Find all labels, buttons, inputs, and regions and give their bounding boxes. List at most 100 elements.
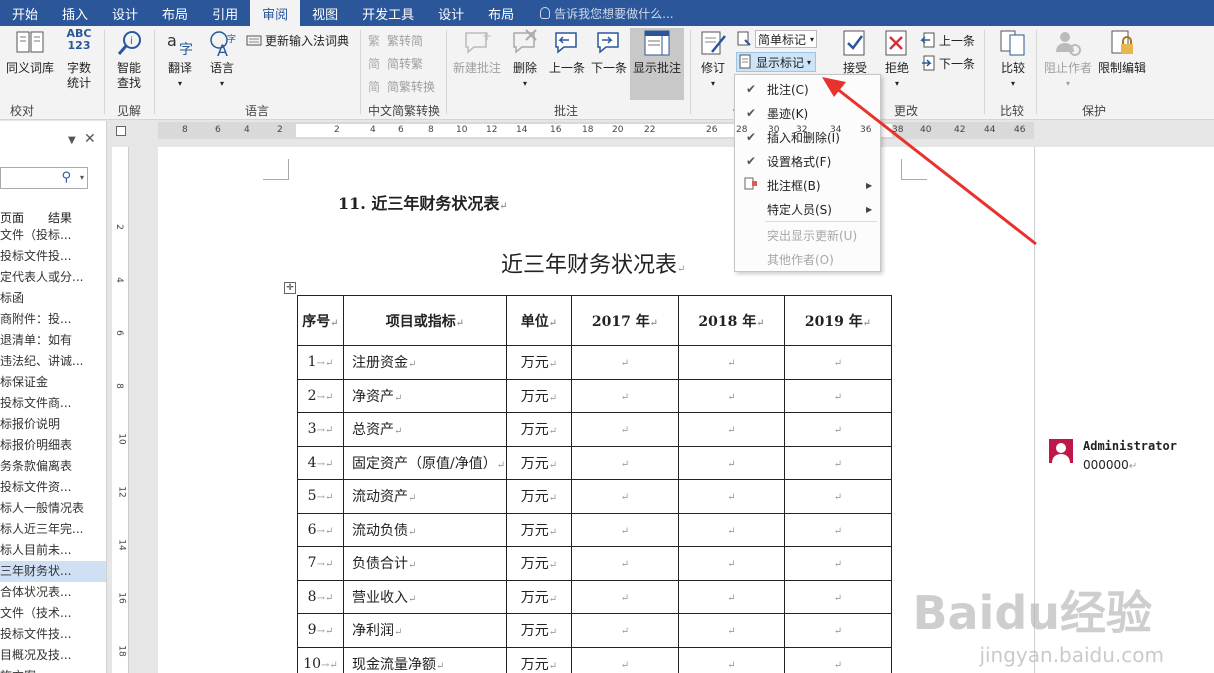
table-cell[interactable]: ↵ bbox=[571, 579, 679, 614]
table-cell[interactable]: 万元↵ bbox=[506, 345, 572, 380]
table-cell[interactable]: 万元↵ bbox=[506, 546, 572, 581]
close-icon[interactable]: ✕ bbox=[84, 131, 96, 147]
show-markup-menu-item[interactable]: 其他作者(O) bbox=[735, 247, 880, 271]
language-button[interactable]: A字 语言 ▾ bbox=[202, 28, 242, 91]
block-authors-button[interactable]: 阻止作者 ▾ bbox=[1040, 28, 1096, 91]
table-cell[interactable]: 固定资产（原值/净值）↵ bbox=[343, 445, 507, 480]
nav-heading-item[interactable]: 投标文件技... bbox=[0, 624, 106, 645]
table-cell[interactable]: 总资产↵ bbox=[343, 412, 507, 447]
table-cell[interactable]: 2→↵ bbox=[297, 378, 344, 413]
nav-heading-item[interactable]: 施方案... bbox=[0, 666, 106, 673]
nav-heading-item[interactable]: 文件（投标... bbox=[0, 225, 106, 246]
markup-view-combobox[interactable]: 简单标记 ▾ bbox=[755, 30, 818, 48]
accept-button[interactable]: 接受 bbox=[836, 28, 874, 76]
table-cell[interactable]: 现金流量净额↵ bbox=[343, 646, 507, 673]
table-cell[interactable]: ↵ bbox=[678, 546, 785, 581]
table-cell[interactable]: 流动负债↵ bbox=[343, 512, 507, 547]
table-cell[interactable]: ↵ bbox=[678, 445, 785, 480]
nav-heading-item[interactable]: 违法纪、讲诚... bbox=[0, 351, 106, 372]
table-cell[interactable]: ↵ bbox=[678, 613, 785, 648]
ribbon-tab[interactable]: 布局 bbox=[476, 0, 526, 26]
nav-heading-item[interactable]: 文件（技术... bbox=[0, 603, 106, 624]
table-cell[interactable]: 万元↵ bbox=[506, 512, 572, 547]
section-heading[interactable]: 11. 近三年财务状况表↵ bbox=[338, 190, 508, 214]
table-cell[interactable]: ↵ bbox=[784, 378, 892, 413]
table-cell[interactable]: 流动资产↵ bbox=[343, 479, 507, 514]
track-changes-button[interactable]: 修订 ▾ bbox=[694, 28, 732, 91]
table-cell[interactable]: ↵ bbox=[784, 613, 892, 648]
table-title[interactable]: 近三年财务状况表↵ bbox=[501, 247, 685, 279]
show-markup-menu-item[interactable]: 批注框(B) ▶ bbox=[735, 173, 880, 197]
table-cell[interactable]: ↵ bbox=[571, 479, 679, 514]
table-cell[interactable]: ↵ bbox=[571, 546, 679, 581]
table-cell[interactable]: 负债合计↵ bbox=[343, 546, 507, 581]
chevron-down-icon[interactable]: ▾ bbox=[80, 173, 84, 182]
nav-heading-item[interactable]: 标保证金 bbox=[0, 372, 106, 393]
new-comment-button[interactable]: + 新建批注 bbox=[450, 28, 504, 76]
table-header-cell[interactable]: 2019 年↵ bbox=[784, 295, 892, 346]
delete-comment-button[interactable]: 删除 ▾ bbox=[506, 28, 544, 91]
next-comment-button[interactable]: 下一条 bbox=[588, 28, 630, 76]
nav-heading-item[interactable]: 标报价明细表 bbox=[0, 435, 106, 456]
compare-button[interactable]: 比较 ▾ bbox=[994, 28, 1032, 91]
nav-heading-item[interactable]: 务条款偏离表 bbox=[0, 456, 106, 477]
translate-button[interactable]: a字 翻译 ▾ bbox=[160, 28, 200, 91]
ribbon-tab[interactable]: 视图 bbox=[300, 0, 350, 26]
comment-body[interactable]: 000000↵ bbox=[1083, 458, 1137, 472]
nav-heading-item[interactable]: 标函 bbox=[0, 288, 106, 309]
nav-heading-item[interactable]: 标人近三年完... bbox=[0, 519, 106, 540]
table-cell[interactable]: 万元↵ bbox=[506, 445, 572, 480]
table-cell[interactable]: ↵ bbox=[678, 512, 785, 547]
table-cell[interactable]: ↵ bbox=[784, 646, 892, 673]
nav-heading-item[interactable]: 目概况及技... bbox=[0, 645, 106, 666]
table-cell[interactable]: ↵ bbox=[571, 412, 679, 447]
ribbon-tab[interactable]: 设计 bbox=[100, 0, 150, 26]
show-markup-menu-item[interactable]: ✔ 墨迹(K) bbox=[735, 101, 880, 125]
show-markup-menu-item[interactable]: ✔ 设置格式(F) bbox=[735, 149, 880, 173]
next-change-button[interactable]: 下一条 bbox=[920, 53, 975, 73]
nav-heading-item[interactable]: 投标文件资... bbox=[0, 477, 106, 498]
ribbon-tab[interactable]: 布局 bbox=[150, 0, 200, 26]
nav-search-input[interactable]: ⚲ ▾ bbox=[0, 167, 88, 189]
to-traditional-button[interactable]: 简 简转繁 bbox=[368, 53, 423, 73]
table-cell[interactable]: 万元↵ bbox=[506, 579, 572, 614]
table-cell[interactable]: 3→↵ bbox=[297, 412, 344, 447]
table-cell[interactable]: ↵ bbox=[678, 378, 785, 413]
table-cell[interactable]: 10→↵ bbox=[297, 646, 344, 673]
table-header-cell[interactable]: 单位↵ bbox=[506, 295, 572, 346]
reject-button[interactable]: 拒绝 ▾ bbox=[878, 28, 916, 91]
table-cell[interactable]: ↵ bbox=[784, 412, 892, 447]
table-move-handle-icon[interactable]: ✛ bbox=[284, 282, 296, 294]
table-cell[interactable]: 1→↵ bbox=[297, 345, 344, 380]
show-markup-menu-item[interactable]: ✔ 批注(C) bbox=[735, 77, 880, 101]
nav-heading-item[interactable]: 商附件：投... bbox=[0, 309, 106, 330]
table-header-cell[interactable]: 2017 年↵ bbox=[571, 295, 679, 346]
nav-heading-item[interactable]: 标人目前未... bbox=[0, 540, 106, 561]
word-count-button[interactable]: ABC 123 字数 统计 bbox=[60, 28, 98, 91]
table-header-cell[interactable]: 2018 年↵ bbox=[678, 295, 785, 346]
table-header-cell[interactable]: 项目或指标↵ bbox=[343, 295, 507, 346]
table-cell[interactable]: ↵ bbox=[784, 445, 892, 480]
table-cell[interactable]: ↵ bbox=[678, 646, 785, 673]
nav-tab-pages[interactable]: 页面 bbox=[0, 209, 24, 226]
table-cell[interactable]: 注册资金↵ bbox=[343, 345, 507, 380]
nav-heading-item[interactable]: 定代表人或分... bbox=[0, 267, 106, 288]
markup-view-select[interactable]: 简单标记 ▾ bbox=[736, 29, 818, 49]
prev-comment-button[interactable]: 上一条 bbox=[546, 28, 588, 76]
ribbon-tab[interactable]: 插入 bbox=[50, 0, 100, 26]
smart-lookup-button[interactable]: i 智能 查找 bbox=[110, 28, 148, 91]
nav-heading-item[interactable]: 退清单：如有 bbox=[0, 330, 106, 351]
tab-selector-icon[interactable] bbox=[116, 126, 126, 136]
to-simplified-button[interactable]: 繁 繁转简 bbox=[368, 30, 423, 50]
table-cell[interactable]: ↵ bbox=[571, 345, 679, 380]
tell-me-search[interactable]: 告诉我您想要做什么... bbox=[526, 0, 674, 26]
nav-heading-item[interactable]: 投标文件商... bbox=[0, 393, 106, 414]
table-cell[interactable]: ↵ bbox=[571, 646, 679, 673]
nav-heading-item[interactable]: 标报价说明 bbox=[0, 414, 106, 435]
show-markup-menu-item[interactable]: 突出显示更新(U) bbox=[735, 223, 880, 247]
update-ime-dictionary-button[interactable]: 更新输入法词典 bbox=[246, 30, 349, 50]
table-cell[interactable]: 7→↵ bbox=[297, 546, 344, 581]
table-cell[interactable]: ↵ bbox=[571, 445, 679, 480]
table-cell[interactable]: ↵ bbox=[784, 512, 892, 547]
table-cell[interactable]: ↵ bbox=[784, 479, 892, 514]
